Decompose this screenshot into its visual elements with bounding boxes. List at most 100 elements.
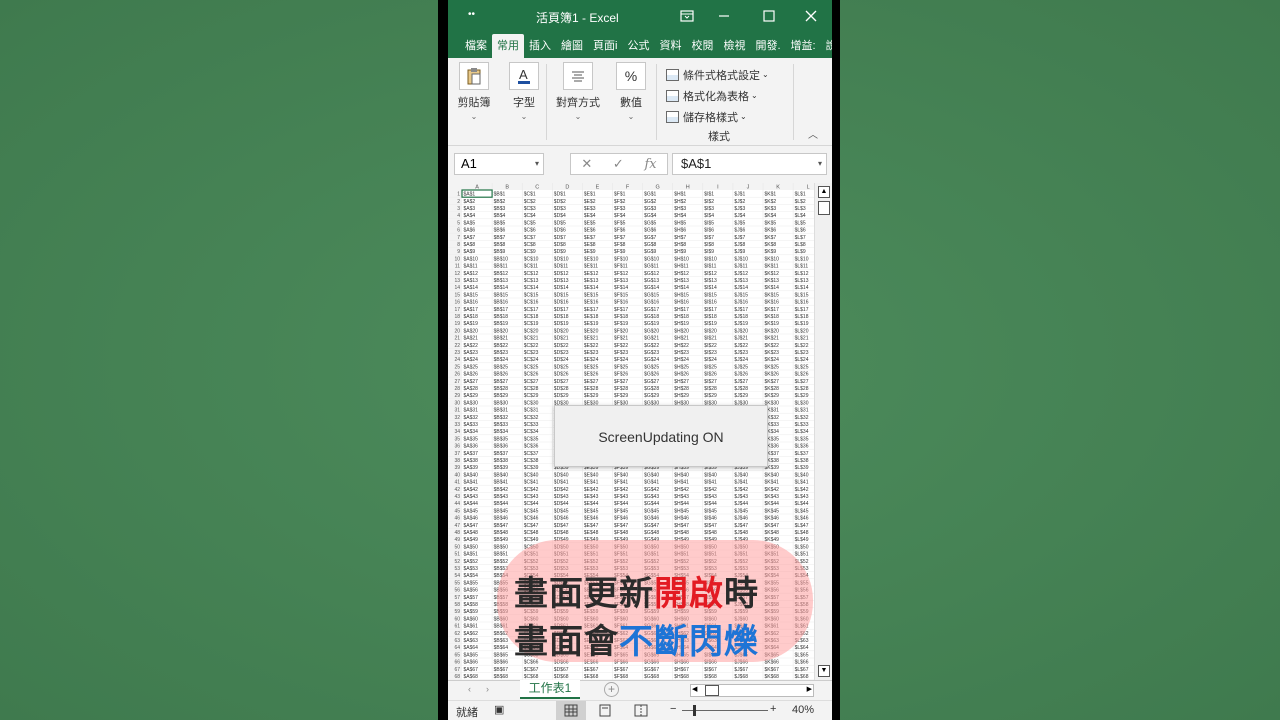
cell-B66: $B$66: [494, 660, 509, 666]
formula-input[interactable]: $A$1 ▾: [672, 153, 827, 175]
cell-L33: $L$33: [795, 422, 809, 428]
cell-K1: $K$1: [765, 192, 777, 198]
tab-11[interactable]: 說明: [821, 34, 832, 58]
quick-access-toolbar[interactable]: ••: [468, 9, 475, 20]
row-header-67: 67: [454, 667, 460, 673]
row-header-12: 12: [454, 271, 460, 277]
horizontal-scrollbar[interactable]: ◀ ▶: [690, 684, 814, 697]
cell-G47: $G$47: [644, 523, 659, 529]
tab-3[interactable]: 繪圖: [556, 34, 588, 58]
chevron-down-icon: ▾: [817, 159, 822, 168]
zoom-level[interactable]: 40%: [792, 704, 814, 716]
cell-F20: $F$20: [614, 328, 628, 334]
format-as-table-button[interactable]: 格式化為表格 ⌄: [666, 85, 769, 106]
conditional-format-button[interactable]: 條件式格式設定 ⌄: [666, 64, 769, 85]
cell-I12: $I$12: [704, 271, 717, 277]
cell-I7: $I$7: [704, 235, 714, 241]
cell-H29: $H$29: [674, 393, 689, 399]
cell-L12: $L$12: [795, 271, 809, 277]
add-sheet-button[interactable]: +: [604, 682, 619, 697]
message-dialog: ScreenUpdating ON: [554, 405, 768, 467]
scroll-down-button[interactable]: ▼: [818, 665, 830, 677]
zoom-slider-thumb[interactable]: [693, 705, 696, 716]
scroll-up-button[interactable]: ▲: [818, 186, 830, 198]
tab-9[interactable]: 開發.: [750, 34, 785, 58]
insert-function-button[interactable]: fx: [644, 157, 656, 172]
cell-C27: $C$27: [524, 379, 539, 385]
font-group[interactable]: A 字型 ⌄: [506, 62, 542, 121]
tab-4[interactable]: 頁面i: [588, 34, 622, 58]
close-button[interactable]: [800, 6, 822, 26]
name-box[interactable]: A1 ▾: [454, 153, 544, 175]
alignment-group[interactable]: 對齊方式 ⌄: [554, 62, 602, 121]
page-layout-view-icon[interactable]: [598, 704, 612, 720]
sheet-tab[interactable]: 工作表1: [520, 680, 580, 699]
cell-K28: $K$28: [765, 386, 780, 392]
scroll-left-button[interactable]: ◀: [692, 685, 697, 693]
cell-G22: $G$22: [644, 343, 659, 349]
cell-A8: $A$8: [464, 242, 476, 248]
cell-J42: $J$42: [734, 487, 748, 493]
cell-A18: $A$18: [464, 314, 479, 320]
zoom-in-button[interactable]: +: [770, 703, 776, 715]
cell-B47: $B$47: [494, 523, 509, 529]
tab-0[interactable]: 檔案: [460, 34, 492, 58]
maximize-button[interactable]: [758, 6, 780, 26]
row-header-11: 11: [455, 264, 460, 270]
collapse-ribbon-icon[interactable]: ︿: [808, 126, 818, 141]
normal-view-button[interactable]: [556, 701, 586, 720]
sheet-nav-right-icon[interactable]: ›: [486, 684, 489, 694]
hscroll-thumb[interactable]: [705, 685, 719, 696]
row-header-55: 55: [454, 580, 460, 586]
cell-C45: $C$45: [524, 508, 539, 514]
caption-line-1-plain: 畫面更新: [514, 574, 654, 614]
tab-1[interactable]: 常用: [492, 34, 524, 58]
caption-line-2-highlight: 不斷閃爍: [619, 622, 759, 662]
cell-A43: $A$43: [464, 494, 479, 500]
cell-F2: $F$2: [614, 199, 626, 205]
cell-E17: $E$17: [584, 307, 599, 313]
font-icon: A: [509, 62, 539, 90]
cell-H42: $H$42: [674, 487, 689, 493]
ribbon-display-icon[interactable]: [676, 6, 698, 26]
cell-F16: $F$16: [614, 300, 628, 306]
cell-A28: $A$28: [464, 386, 479, 392]
cell-E21: $E$21: [584, 336, 599, 342]
cell-A23: $A$23: [464, 350, 479, 356]
cell-J22: $J$22: [734, 343, 748, 349]
enter-icon[interactable]: ✓: [613, 156, 624, 172]
cell-C17: $C$17: [524, 307, 539, 313]
cell-E45: $E$45: [584, 508, 599, 514]
tab-10[interactable]: 增益:: [786, 34, 821, 58]
macro-record-icon[interactable]: ▣: [494, 703, 504, 716]
cell-C18: $C$18: [524, 314, 539, 320]
tab-7[interactable]: 校閱: [686, 34, 718, 58]
cell-B51: $B$51: [494, 552, 509, 558]
cell-L15: $L$15: [795, 292, 809, 298]
cell-D16: $D$16: [554, 300, 569, 306]
tab-2[interactable]: 插入: [524, 34, 556, 58]
tab-8[interactable]: 檢視: [718, 34, 750, 58]
cell-B45: $B$45: [494, 508, 509, 514]
cell-L47: $L$47: [795, 523, 809, 529]
ribbon-divider: [793, 64, 794, 140]
clipboard-group[interactable]: 剪貼簿 ⌄: [456, 62, 492, 121]
cell-A51: $A$51: [464, 552, 479, 558]
sheet-nav-left-icon[interactable]: ‹: [468, 684, 471, 694]
scroll-thumb[interactable]: [818, 201, 830, 215]
cell-G8: $G$8: [644, 242, 656, 248]
vertical-scrollbar[interactable]: ▲ ▼: [814, 183, 832, 680]
formula-value: $A$1: [681, 156, 712, 171]
number-group[interactable]: % 數值 ⌄: [614, 62, 648, 121]
cell-H26: $H$26: [674, 372, 689, 378]
cell-L1: $L$1: [795, 192, 806, 198]
tab-6[interactable]: 資料: [654, 34, 686, 58]
page-break-view-icon[interactable]: [634, 704, 648, 720]
cancel-icon[interactable]: ✕: [581, 156, 592, 172]
cell-F40: $F$40: [614, 472, 628, 478]
tab-5[interactable]: 公式: [622, 34, 654, 58]
minimize-button[interactable]: [713, 6, 735, 26]
scroll-right-button[interactable]: ▶: [807, 685, 812, 693]
cell-styles-button[interactable]: 儲存格樣式 ⌄: [666, 106, 769, 127]
zoom-out-button[interactable]: −: [670, 703, 676, 715]
